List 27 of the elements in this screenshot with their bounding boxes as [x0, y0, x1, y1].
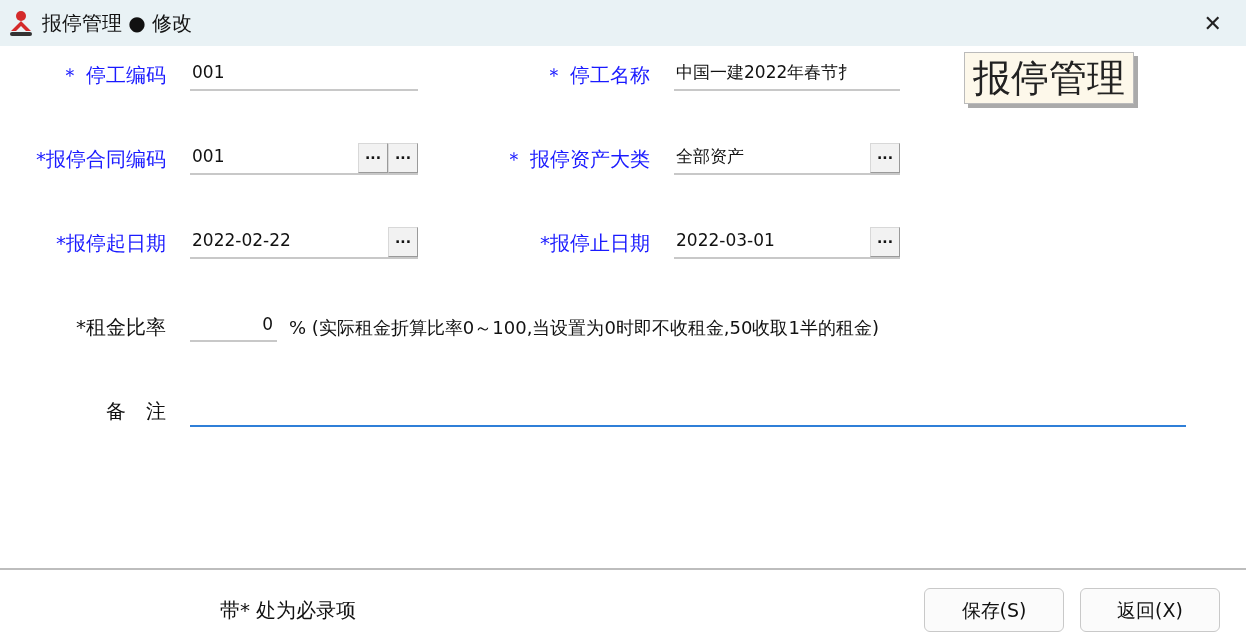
input-field[interactable]: 2022-03-01 ··· [674, 227, 900, 259]
field-label: ＊ 报停资产大类 [502, 146, 651, 173]
input-field[interactable]: 001 ··· ··· [190, 143, 418, 175]
window-title: 报停管理 ● 修改 [42, 10, 193, 37]
person-icon [8, 9, 34, 37]
field-label: *报停起日期 [55, 230, 167, 257]
ellipsis-button[interactable]: ··· [358, 143, 388, 173]
field-label: *租金比率 [75, 314, 167, 341]
input-field[interactable]: 全部资产 ··· [674, 143, 900, 175]
save-button[interactable]: 保存(S) [924, 588, 1064, 632]
required-hint: 带* 处为必录项 [220, 597, 357, 624]
ellipsis-button[interactable]: ··· [388, 143, 418, 173]
ellipsis-button[interactable]: ··· [388, 227, 418, 257]
input-field[interactable]: 中国一建2022年春节扌 [674, 59, 900, 91]
field-label: 备 注 [105, 398, 167, 425]
field-label: *报停合同编码 [35, 146, 167, 173]
field-label: ＊ 停工名称 [542, 62, 651, 89]
input-field[interactable]: 0 [190, 312, 277, 342]
rent-note: % (实际租金折算比率0～100,当设置为0时即不收租金,50收取1半的租金) [289, 315, 879, 340]
field-label: ＊ 停工编码 [58, 62, 167, 89]
input-field[interactable]: 001 [190, 59, 418, 91]
input-field[interactable]: 2022-02-22 ··· [190, 227, 418, 259]
ellipsis-button[interactable]: ··· [870, 143, 900, 173]
close-button[interactable]: ✕ [1195, 6, 1230, 40]
ellipsis-button[interactable]: ··· [870, 227, 900, 257]
field-label: *报停止日期 [539, 230, 651, 257]
back-button[interactable]: 返回(X) [1080, 588, 1220, 632]
